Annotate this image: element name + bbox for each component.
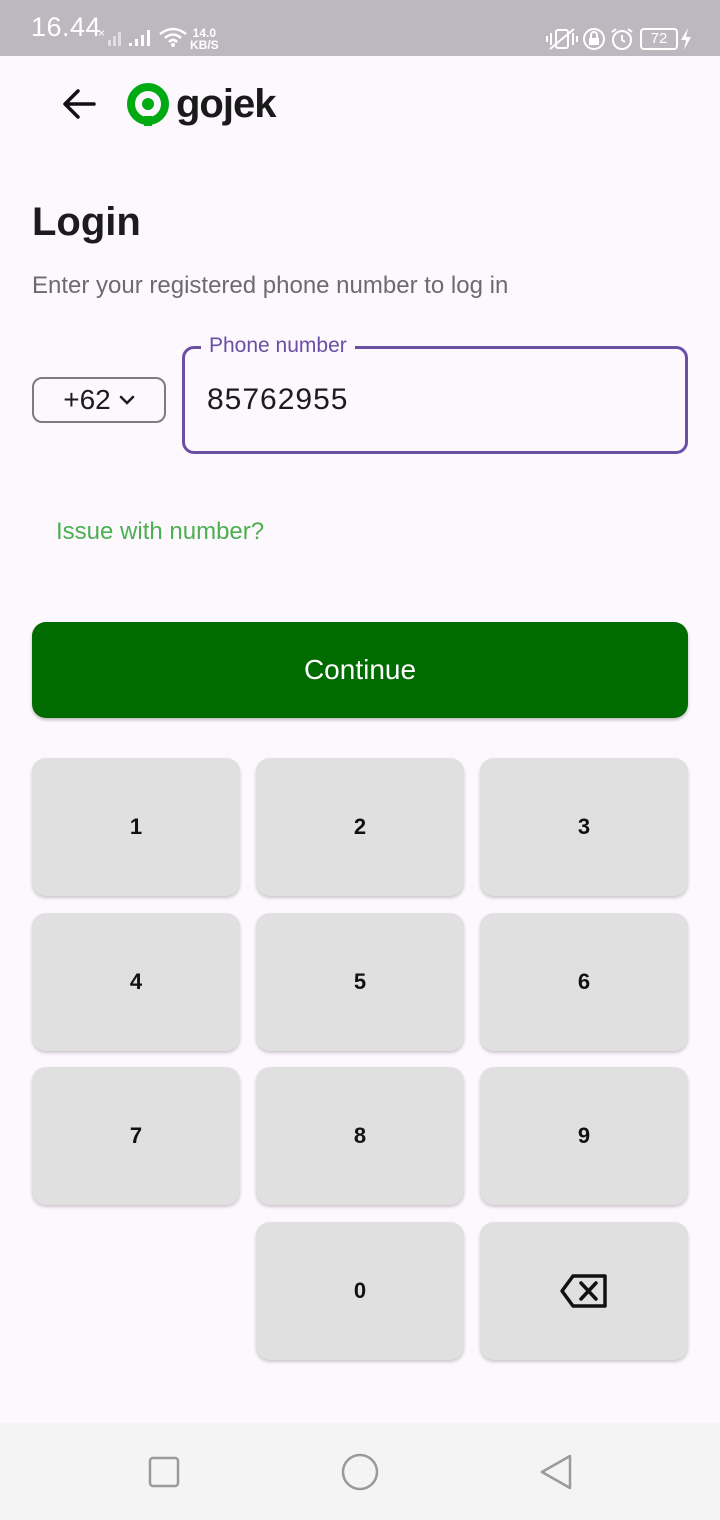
backspace-icon bbox=[560, 1274, 607, 1308]
country-code-select[interactable]: +62 bbox=[32, 377, 166, 423]
alarm-icon bbox=[611, 28, 633, 50]
phone-number-value: 85762955 bbox=[207, 383, 349, 416]
keypad-backspace-button[interactable] bbox=[480, 1222, 688, 1360]
country-code-value: +62 bbox=[63, 384, 111, 415]
status-time: 16.44 bbox=[31, 12, 102, 42]
page-title: Login bbox=[32, 200, 141, 244]
keypad-key-3[interactable]: 3 bbox=[480, 758, 688, 896]
keypad-key-6[interactable]: 6 bbox=[480, 913, 688, 1051]
issue-with-number-link[interactable]: Issue with number? bbox=[56, 518, 264, 546]
gojek-logo-icon bbox=[127, 83, 169, 126]
gojek-logo: gojek bbox=[126, 81, 276, 126]
continue-button[interactable]: Continue bbox=[32, 622, 688, 718]
keypad-key-9[interactable]: 9 bbox=[480, 1067, 688, 1205]
home-icon[interactable] bbox=[340, 1452, 380, 1492]
keypad-key-7[interactable]: 7 bbox=[32, 1067, 240, 1205]
recent-apps-icon[interactable] bbox=[148, 1456, 180, 1488]
lock-rotation-icon bbox=[583, 28, 605, 50]
keypad-key-8[interactable]: 8 bbox=[256, 1067, 464, 1205]
status-bar: 16.44 × 14.0 KB/S 72 bbox=[0, 0, 720, 56]
wifi-icon bbox=[159, 27, 187, 47]
chevron-down-icon bbox=[119, 395, 134, 405]
keypad-key-0[interactable]: 0 bbox=[256, 1222, 464, 1360]
phone-number-field[interactable]: Phone number 85762955 bbox=[182, 334, 688, 454]
signal-no-service-icon: × bbox=[98, 28, 121, 46]
page-subtitle: Enter your registered phone number to lo… bbox=[32, 272, 509, 299]
back-nav-icon[interactable] bbox=[538, 1453, 574, 1491]
net-speed: 14.0 KB/S bbox=[190, 26, 219, 52]
arrow-left-icon bbox=[63, 89, 96, 119]
keypad-key-2[interactable]: 2 bbox=[256, 758, 464, 896]
signal-icon bbox=[129, 30, 150, 46]
keypad-key-5[interactable]: 5 bbox=[256, 913, 464, 1051]
vibrate-icon bbox=[546, 28, 578, 50]
phone-number-label: Phone number bbox=[201, 334, 355, 358]
back-button[interactable] bbox=[56, 82, 104, 126]
gojek-logo-text: gojek bbox=[176, 81, 276, 126]
battery-indicator: 72 bbox=[640, 28, 678, 50]
keypad-key-1[interactable]: 1 bbox=[32, 758, 240, 896]
svg-text:×: × bbox=[98, 28, 105, 40]
system-nav-bar bbox=[0, 1423, 720, 1520]
keypad-key-4[interactable]: 4 bbox=[32, 913, 240, 1051]
charging-icon bbox=[681, 28, 691, 50]
